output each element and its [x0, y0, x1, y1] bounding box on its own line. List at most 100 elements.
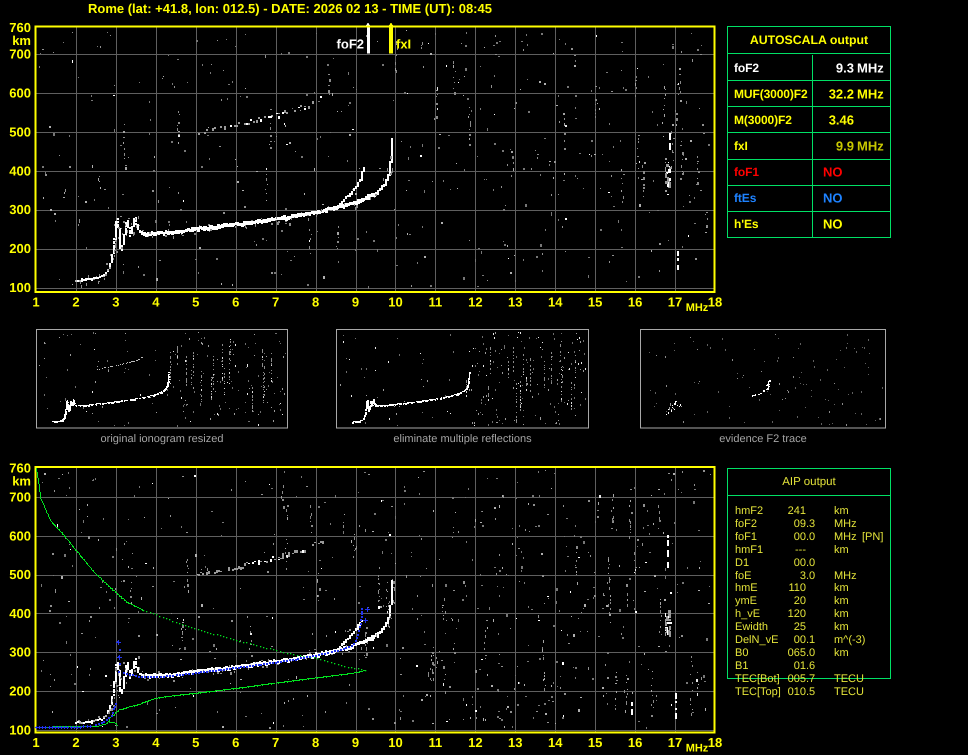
aip-param-unit: km: [834, 582, 849, 595]
svg-text:9: 9: [352, 295, 359, 310]
svg-text:3: 3: [112, 295, 119, 310]
svg-text:15: 15: [588, 295, 602, 310]
autoscala-row-ftes: ftEs NO: [728, 185, 890, 212]
svg-text:11: 11: [429, 295, 443, 310]
autoscala-param-value: 9.3: [835, 60, 854, 76]
autoscala-param-label: ftEs: [734, 191, 757, 206]
aip-param-unit: MHz: [834, 517, 857, 530]
autoscala-row-fof1: foF1 NO: [728, 159, 890, 186]
aip-param-unit: m^(-3): [834, 634, 866, 646]
svg-text:2: 2: [72, 735, 79, 750]
autoscala-param-label: MUF(3000)F2: [734, 86, 808, 101]
svg-text:600: 600: [9, 86, 31, 101]
aip-row-ewidth: 25 Ewidth km: [728, 621, 890, 634]
profile-ionogram-trace-layer: [40, 470, 711, 729]
aip-param-unit: km: [834, 505, 849, 517]
thumbnail-eliminate-reflections: [336, 329, 589, 429]
svg-text:16: 16: [628, 735, 642, 750]
thumbnail-original-ionogram: [36, 329, 288, 429]
svg-text:16: 16: [628, 295, 642, 310]
svg-text:6: 6: [232, 295, 239, 310]
svg-text:km: km: [12, 474, 31, 489]
autoscala-row-m3000f2: M(3000)F2 3.46: [728, 107, 890, 134]
svg-text:MHz: MHz: [686, 743, 709, 755]
aip-param-unit: km: [834, 608, 849, 621]
aip-param-unit: TECU: [834, 685, 864, 698]
aip-param-unit: km: [834, 621, 849, 634]
autoscala-value-cell: NO: [812, 185, 890, 211]
aip-param-extra: [PN]: [862, 530, 884, 543]
svg-text:7: 7: [272, 735, 279, 750]
top-ionogram-x-axis-labels: 1 2 3 4 5 6 7 8 9 10 11 12 13 14 15 16 17 18MHz: [32, 295, 722, 315]
aip-row-foe: 3.0 foE MHz: [728, 570, 890, 583]
autoscala-param-unit: MHz: [857, 138, 884, 154]
autoscala-param-value: 9.9: [835, 138, 854, 154]
svg-text:12: 12: [468, 735, 482, 750]
svg-text:14: 14: [548, 735, 563, 750]
autoscala-value-cell: 9.3 MHz: [812, 55, 890, 81]
svg-text:14: 14: [548, 295, 563, 310]
autoscala-row-fxi: fxI 9.9 MHz: [728, 133, 890, 160]
aip-row-fof1: 00.0 foF1 MHz [PN]: [728, 531, 890, 544]
svg-text:7: 7: [272, 295, 279, 310]
top-ionogram-trace-layer: [39, 30, 710, 289]
aip-param-label: ymE: [735, 595, 757, 608]
svg-text:13: 13: [508, 295, 522, 310]
aip-row-tectop: 010.5 TEC[Top] TECU: [728, 686, 890, 699]
aip-param-label: Ewidth: [735, 621, 769, 634]
svg-text:8: 8: [312, 735, 319, 750]
svg-text:2: 2: [72, 295, 79, 310]
autoscala-row-muf3000f2: MUF(3000)F2 32.2 MHz: [728, 81, 890, 108]
aip-table-header: AIP output: [728, 469, 890, 496]
svg-text:3: 3: [112, 735, 119, 750]
svg-text:400: 400: [9, 606, 31, 621]
aip-row-hmf1: --- hmF1 km: [728, 544, 890, 557]
svg-text:300: 300: [9, 645, 31, 660]
profile-ionogram-y-axis-labels: 760km100200300400500600700: [9, 461, 31, 738]
autoscala-param-value: NO: [823, 216, 843, 232]
autoscala-param-label: foF2: [734, 60, 759, 75]
autoscala-value-cell: NO: [812, 211, 890, 238]
fitted-trace-curve: [35, 607, 370, 729]
aip-row-delnve: 00.1 DelN_vE m^(-3): [728, 634, 890, 647]
aip-row-b0: 065.0 B0 km: [728, 647, 890, 660]
aip-param-label: hmE: [735, 582, 758, 595]
svg-text:200: 200: [9, 684, 31, 699]
svg-text:500: 500: [9, 567, 31, 582]
aip-param-value-fraction: .5: [806, 685, 816, 698]
aip-param-value-fraction: .1: [806, 634, 816, 646]
aip-output-table: AIP output 241 hmF2 km 09.3 foF2 MHz 00.0 foF1 M…: [727, 468, 891, 698]
autoscala-param-value: 3.46: [828, 112, 854, 128]
autoscala-value-cell: 9.9 MHz: [812, 133, 890, 159]
svg-text:10: 10: [388, 735, 402, 750]
autoscala-value-cell: NO: [812, 159, 890, 185]
aip-param-unit: MHz: [834, 530, 857, 543]
autoscala-param-label: h'Es: [734, 217, 759, 232]
svg-text:500: 500: [9, 124, 31, 139]
svg-text:9: 9: [352, 735, 359, 750]
autoscala-param-value: 32.2: [828, 86, 854, 102]
aip-param-value-fraction: .3: [806, 517, 816, 530]
aip-param-label: foF1: [735, 530, 758, 543]
svg-text:100: 100: [9, 280, 31, 295]
svg-text:5: 5: [192, 735, 199, 750]
thumbnail-caption-original: original ionogram resized: [100, 433, 224, 445]
aip-row-hmf2: 241 hmF2 km: [728, 505, 890, 518]
svg-text:5: 5: [192, 295, 199, 310]
autoscala-param-value: NO: [823, 164, 843, 180]
aip-param-label: foF2: [735, 517, 758, 530]
top-ionogram-grid-frame: [34, 25, 716, 293]
autoscala-value-cell: 32.2 MHz: [812, 81, 890, 107]
svg-text:4: 4: [152, 735, 160, 750]
aip-param-value-fraction: .0: [806, 569, 816, 582]
aip-param-label: TEC[Top]: [735, 685, 781, 698]
autoscala-param-label: foF1: [734, 165, 759, 180]
svg-text:18: 18: [708, 735, 722, 750]
aip-param-label: hmF2: [735, 505, 764, 517]
aip-param-unit: km: [834, 543, 849, 556]
aip-param-value-fraction: .0: [806, 646, 816, 659]
svg-text:4: 4: [152, 295, 160, 310]
autoscala-value-cell: 3.46: [812, 107, 890, 133]
profile-ionogram-x-axis-labels: 1 2 3 4 5 6 7 8 9 10 11 12 13 14 15 16 17 18MHz: [32, 735, 722, 755]
svg-text:1: 1: [32, 295, 39, 310]
